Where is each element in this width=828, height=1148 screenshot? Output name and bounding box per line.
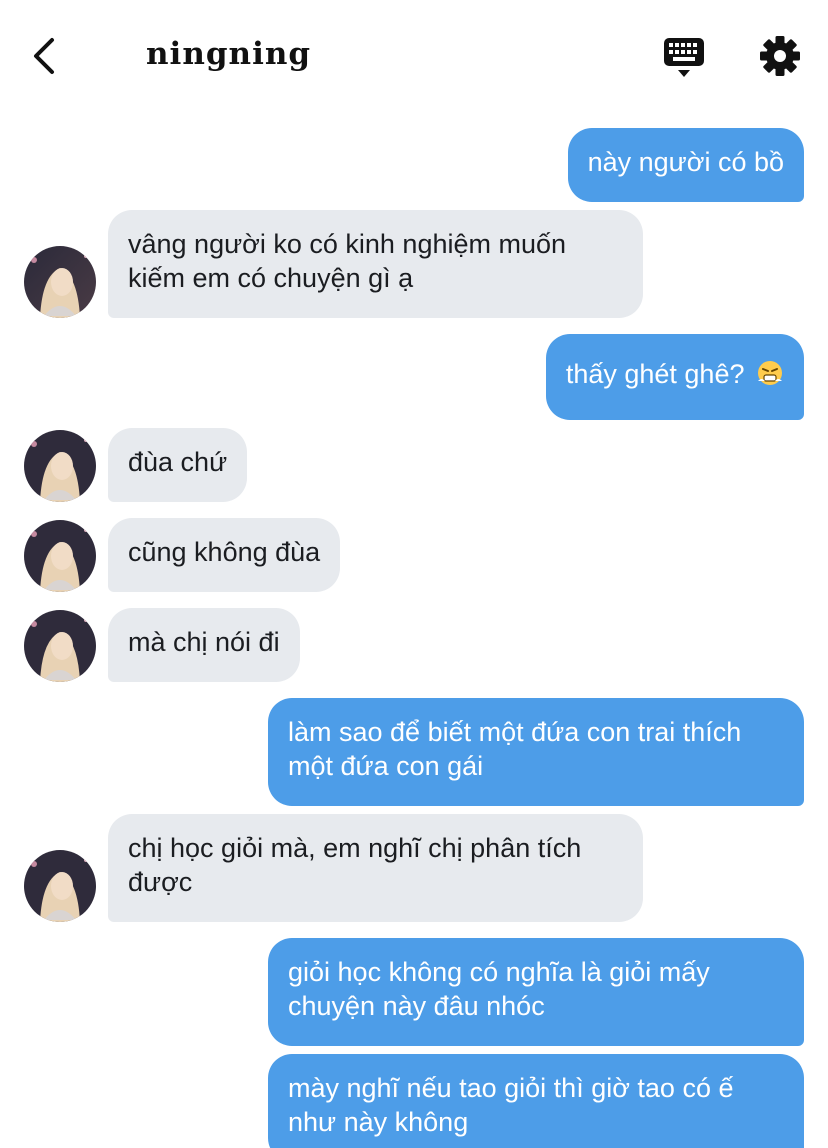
message-text: mà chị nói đi — [128, 627, 280, 657]
outgoing-message[interactable]: này người có bồ — [567, 128, 804, 202]
message-text: đùa chứ — [128, 447, 228, 477]
outgoing-message[interactable]: thấy ghét ghê? — [545, 334, 804, 420]
message-text: vâng người ko có kinh nghiệm muốn kiếm e… — [128, 229, 567, 293]
avatar[interactable] — [24, 246, 96, 318]
message-text: giỏi học không có nghĩa là giỏi mấy chuy… — [288, 957, 710, 1021]
avatar[interactable] — [24, 850, 96, 922]
message-text: này người có bồ — [587, 147, 784, 177]
incoming-message[interactable]: vâng người ko có kinh nghiệm muốn kiếm e… — [108, 210, 643, 318]
message-text: mày nghĩ nếu tao giỏi thì giờ tao có ế n… — [288, 1073, 734, 1137]
avatar[interactable] — [24, 430, 96, 502]
outgoing-message[interactable]: mày nghĩ nếu tao giỏi thì giờ tao có ế n… — [268, 1054, 804, 1148]
message-text: thấy ghét ghê? — [565, 359, 745, 389]
outgoing-message[interactable]: giỏi học không có nghĩa là giỏi mấy chuy… — [268, 938, 804, 1046]
incoming-message[interactable]: chị học giỏi mà, em nghĩ chị phân tích đ… — [108, 814, 643, 922]
incoming-message[interactable]: mà chị nói đi — [108, 608, 300, 682]
incoming-message[interactable]: cũng không đùa — [108, 518, 341, 592]
message-text: cũng không đùa — [128, 537, 321, 567]
message-text: chị học giỏi mà, em nghĩ chị phân tích đ… — [128, 833, 582, 897]
avatar[interactable] — [24, 610, 96, 682]
avatar[interactable] — [24, 520, 96, 592]
incoming-message[interactable]: đùa chứ — [108, 428, 248, 502]
message-thread[interactable]: này người có bồ vâng người ko có kinh ng… — [0, 0, 828, 1148]
message-text: làm sao để biết một đứa con trai thích m… — [288, 717, 742, 781]
angry-face-emoji-icon — [756, 359, 784, 387]
outgoing-message[interactable]: làm sao để biết một đứa con trai thích m… — [268, 698, 804, 806]
